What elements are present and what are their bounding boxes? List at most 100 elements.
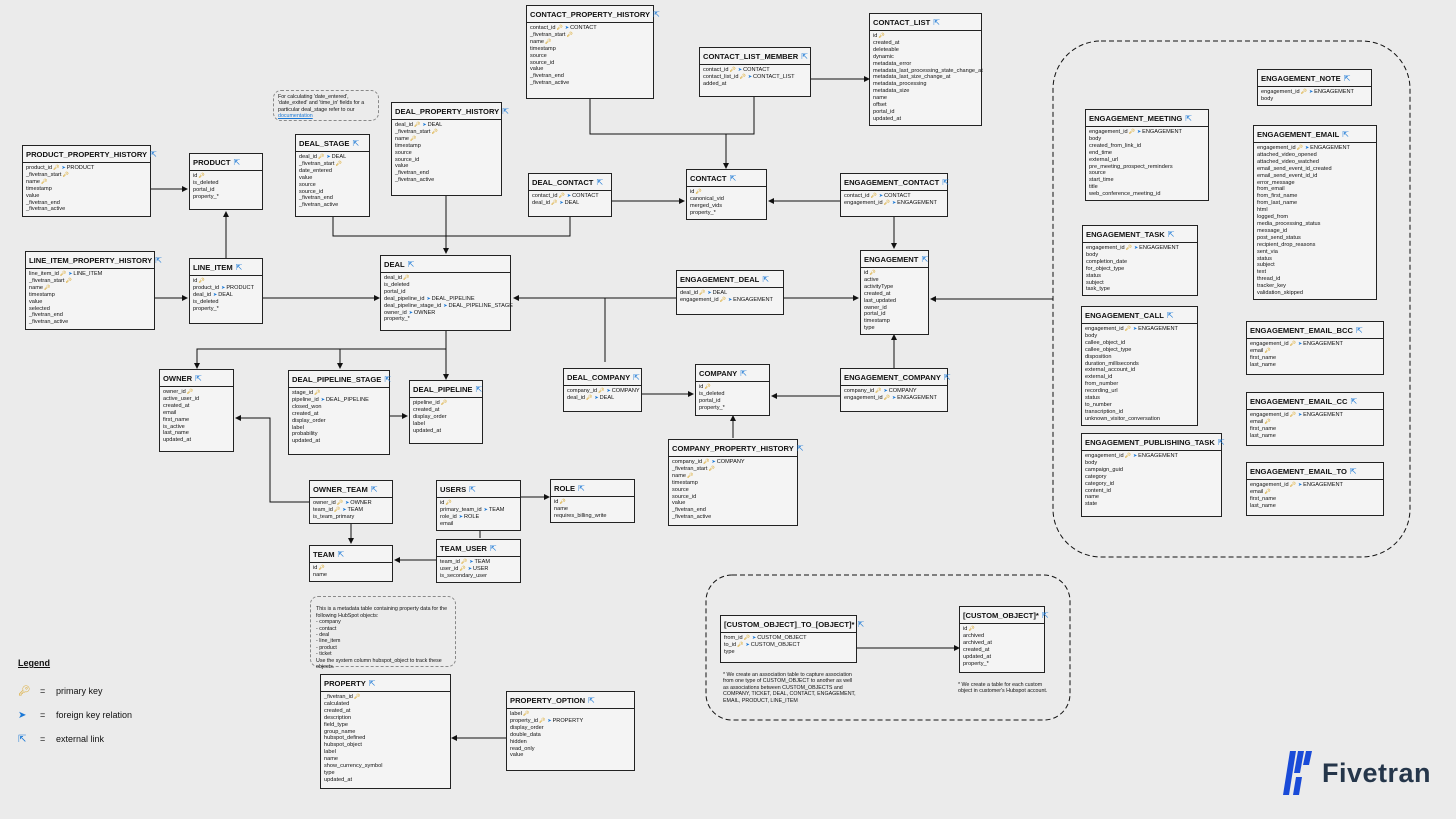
external-link-icon[interactable]: ⇱ — [858, 620, 865, 629]
external-link-icon[interactable]: ⇱ — [1167, 311, 1174, 320]
external-link-icon[interactable]: ⇱ — [1350, 467, 1357, 476]
field-row: external_account_id — [1085, 367, 1194, 374]
field-name: deleteable — [873, 46, 899, 53]
field-row: archived — [963, 633, 1041, 640]
external-link-icon[interactable]: ⇱ — [195, 374, 202, 383]
external-link-icon[interactable]: ⇱ — [469, 485, 476, 494]
external-link-icon[interactable]: ⇱ — [408, 260, 415, 269]
table-fields: engagement_id🔑︎ ➤ENGAGEMENT email🔑︎ first_n… — [1247, 339, 1383, 371]
field-name: email — [163, 409, 177, 416]
field-name: double_data — [510, 731, 541, 738]
table-team-user: TEAM_USER ⇱ team_id🔑︎ ➤TEAM user_id🔑︎ ➤USER is… — [436, 539, 521, 583]
field-name: sent_via — [1257, 248, 1278, 255]
key-icon: 🔑︎ — [883, 394, 890, 401]
arrow-icon: ➤ — [469, 559, 474, 565]
field-row: callee_object_type — [1085, 347, 1194, 354]
external-link-icon[interactable]: ⇱ — [730, 174, 737, 183]
field-name: _fivetran_active — [29, 319, 69, 326]
external-link-icon[interactable]: ⇱ — [740, 369, 747, 378]
key-icon: 🔑︎ — [1289, 482, 1296, 488]
arrow-icon: ➤ — [213, 291, 218, 298]
external-link-icon[interactable]: ⇱ — [490, 544, 497, 553]
key-icon: 🔑︎ — [551, 199, 558, 206]
key-icon: 🔑︎ — [336, 500, 344, 506]
field-name: _fivetran_id — [324, 694, 353, 700]
field-row: created_at — [163, 403, 230, 410]
key-icon: 🔑︎ — [1264, 418, 1271, 425]
field-name: _fivetran_active — [672, 514, 712, 521]
field-name: external_account_id — [1085, 367, 1136, 374]
field-name: engagement_id — [844, 199, 883, 206]
table-title: DEAL_PIPELINE ⇱ — [410, 381, 482, 398]
external-link-icon[interactable]: ⇱ — [371, 485, 378, 494]
field-name: from_number — [1085, 381, 1119, 388]
documentation-link[interactable]: documentation — [278, 113, 313, 119]
external-link-icon[interactable]: ⇱ — [1356, 326, 1363, 335]
external-link-icon[interactable]: ⇱ — [942, 178, 949, 187]
field-row: display_order — [292, 418, 386, 425]
external-link-icon[interactable]: ⇱ — [338, 550, 345, 559]
field-row: description — [324, 715, 447, 722]
external-link-icon[interactable]: ⇱ — [633, 373, 640, 382]
external-link-icon[interactable]: ⇱ — [801, 52, 808, 61]
field-row: web_conference_meeting_id — [1089, 191, 1205, 198]
external-link-icon[interactable]: ⇱ — [921, 255, 928, 264]
field-name: body — [1085, 459, 1098, 466]
external-link-icon[interactable]: ⇱ — [236, 263, 243, 272]
table-fields: engagement_id🔑︎ ➤ENGAGEMENT email🔑︎ first_n… — [1247, 410, 1383, 442]
field-row: created_at — [864, 291, 925, 298]
external-link-icon[interactable]: ⇱ — [1342, 130, 1349, 139]
external-link-icon[interactable]: ⇱ — [1168, 230, 1175, 239]
external-link-icon[interactable]: ⇱ — [762, 275, 769, 284]
external-link-icon[interactable]: ⇱ — [1344, 74, 1351, 83]
external-link-icon[interactable]: ⇱ — [353, 139, 360, 148]
field-name: value — [530, 66, 544, 73]
field-row: calculated — [324, 701, 447, 708]
field-name: portal_id — [864, 311, 886, 318]
fk-target: PRODUCT — [226, 284, 254, 291]
external-link-icon[interactable]: ⇱ — [384, 375, 391, 384]
field-row: engagement_id🔑︎ ➤ENGAGEMENT — [1089, 129, 1205, 136]
external-link-icon[interactable]: ⇱ — [1185, 114, 1192, 123]
field-name: source — [672, 486, 689, 493]
field-row: source — [1089, 170, 1205, 177]
external-link-icon[interactable]: ⇱ — [502, 107, 509, 116]
external-link-icon[interactable]: ⇱ — [578, 484, 585, 493]
fk-target: DEAL_PIPELINE — [325, 396, 369, 403]
external-link-icon[interactable]: ⇱ — [588, 696, 595, 705]
table-fields: _fivetran_id🔑︎ calculated created_at descri… — [321, 692, 450, 786]
arrow-icon: ➤ — [752, 635, 757, 641]
field-name: engagement_id — [1250, 482, 1289, 488]
table-fields: id🔑︎ name — [310, 563, 392, 581]
external-link-icon[interactable]: ⇱ — [1042, 611, 1049, 620]
field-row: source_id — [299, 189, 366, 196]
external-link-icon[interactable]: ⇱ — [476, 385, 483, 394]
field-row: merged_vids — [690, 203, 763, 210]
external-link-icon[interactable]: ⇱ — [653, 10, 660, 19]
external-link-icon[interactable]: ⇱ — [933, 18, 940, 27]
external-link-icon[interactable]: ⇱ — [596, 178, 603, 187]
table-company-property-history: COMPANY_PROPERTY_HISTORY ⇱ company_id🔑︎ ➤CO… — [668, 439, 804, 526]
field-row: name🔑︎ — [672, 473, 794, 480]
fk-target: TEAM — [474, 559, 491, 565]
field-row: name — [554, 506, 631, 513]
field-name: show_currency_symbol — [324, 763, 383, 770]
external-link-icon[interactable]: ⇱ — [150, 150, 157, 159]
table-name: [CUSTOM_OBJECT]_TO_[OBJECT]* — [724, 620, 855, 629]
external-link-icon[interactable]: ⇱ — [155, 256, 162, 265]
external-link-icon[interactable]: ⇱ — [944, 373, 951, 382]
key-icon: 🔑︎ — [1289, 341, 1296, 347]
external-link-icon[interactable]: ⇱ — [1350, 397, 1357, 406]
fk-target: ENGAGEMENT — [1139, 245, 1179, 251]
field-name: source_id — [299, 188, 324, 195]
table-name: COMPANY_PROPERTY_HISTORY — [672, 444, 794, 453]
external-link-icon[interactable]: ⇱ — [1218, 438, 1225, 447]
fk-target: DEAL — [218, 291, 233, 298]
table-fields: stage_id🔑︎ pipeline_id ➤DEAL_PIPELINE close… — [289, 388, 389, 447]
external-link-icon[interactable]: ⇱ — [234, 158, 241, 167]
table-fields: deal_id🔑︎ ➤DEAL _fivetran_start🔑︎ name🔑︎ tim… — [392, 120, 501, 186]
field-row: property_* — [193, 194, 259, 201]
external-link-icon[interactable]: ⇱ — [369, 679, 376, 688]
external-link-icon[interactable]: ⇱ — [797, 444, 804, 453]
field-name: activityType — [864, 283, 894, 290]
